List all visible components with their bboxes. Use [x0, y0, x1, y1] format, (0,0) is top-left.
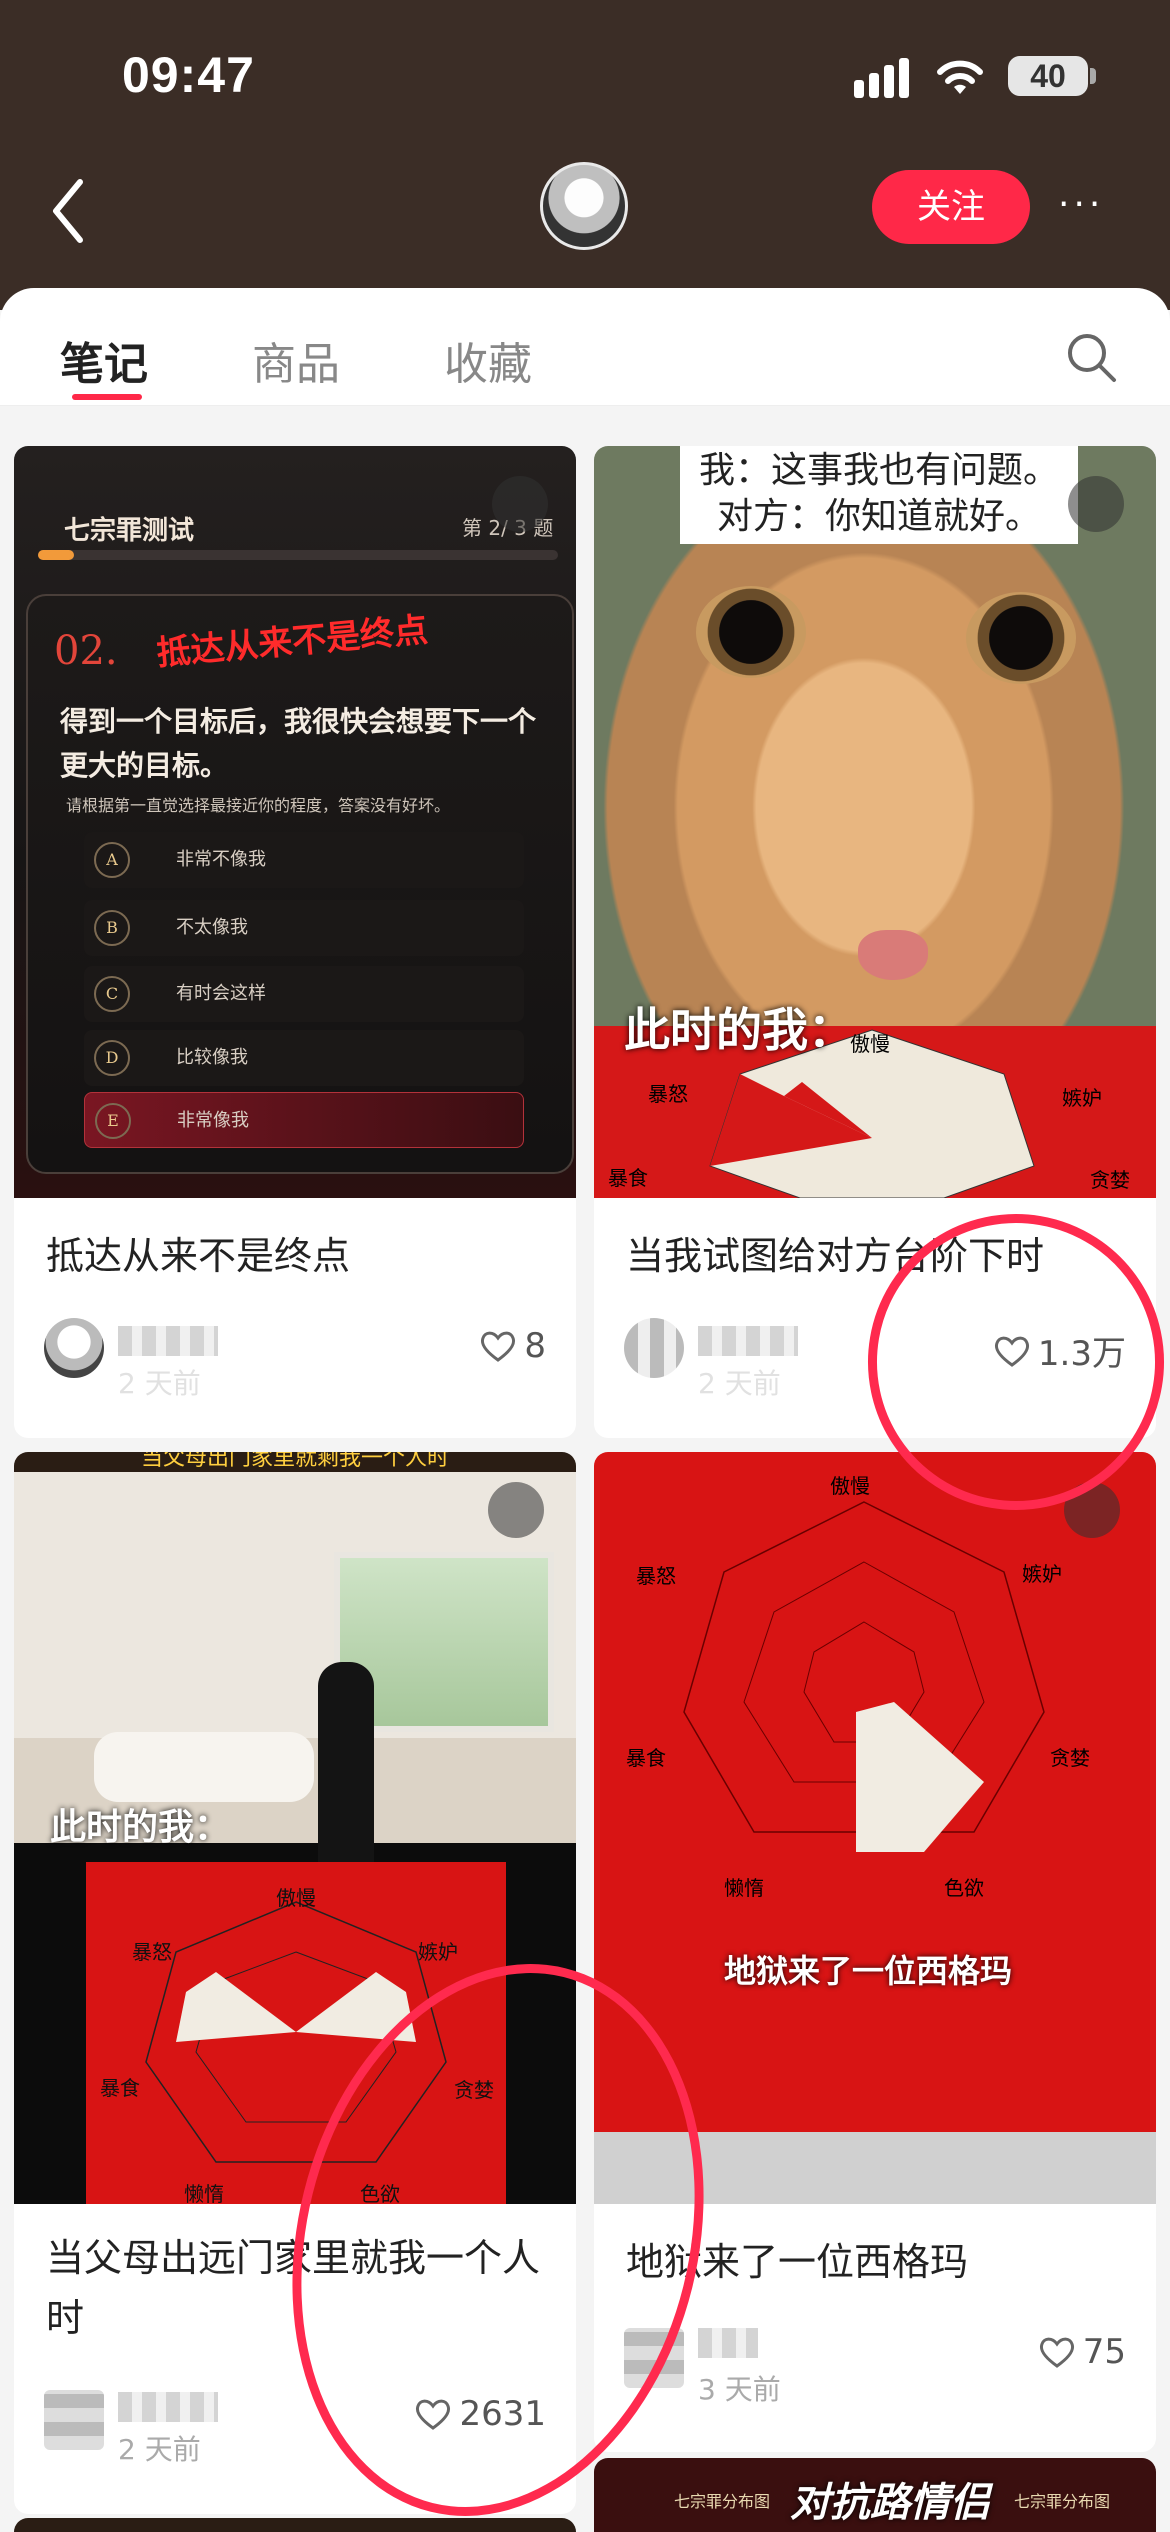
heart-icon: [481, 1331, 516, 1362]
author-avatar: [624, 1318, 684, 1378]
radar-label: 暴食: [626, 1746, 666, 1770]
quiz-option: B 不太像我: [84, 900, 524, 956]
meme-label: 此时的我：: [50, 1807, 231, 1848]
wifi-icon: [937, 60, 983, 94]
post-time: 2 天前: [118, 2433, 201, 2466]
partial-cover-image: 七宗罪分布图 对抗路情侣 七宗罪分布图: [594, 2458, 1156, 2532]
tab-bar: 笔记 商品 收藏: [0, 288, 1170, 406]
quiz-option: C 有时会这样: [84, 966, 524, 1022]
cover-banner: 当父母出门家里就剩我一个人时: [14, 1452, 576, 1472]
more-options-icon[interactable]: ···: [1058, 187, 1118, 223]
radar-label: 嫉妒: [1022, 1562, 1062, 1586]
battery-tip: [1090, 68, 1096, 84]
quiz-progress-bar: [38, 550, 558, 560]
cover-small-text: 七宗罪分布图: [674, 2492, 771, 2511]
author-name-blurred: [118, 1326, 218, 1356]
radar-label: 暴怒: [648, 1082, 688, 1106]
video-play-icon: [492, 476, 548, 532]
sofa: [94, 1732, 314, 1802]
quiz-option: D 比较像我: [84, 1030, 524, 1086]
profile-header: 09:47 40 关注 ···: [0, 0, 1170, 310]
question-number: 02.: [54, 628, 118, 674]
radar-label: 暴怒: [132, 1940, 172, 1964]
battery-indicator: 40: [1008, 56, 1088, 96]
radar-label: 暴食: [100, 2076, 140, 2100]
cat-eye-left: [696, 586, 806, 678]
like-count[interactable]: 8: [478, 1326, 546, 1366]
quiz-option-selected: E 非常像我: [84, 1092, 524, 1148]
person-figure: [318, 1662, 374, 1882]
note-title: 抵达从来不是终点: [46, 1234, 351, 1278]
status-time: 09:47: [122, 47, 255, 103]
tab-notes[interactable]: 笔记: [60, 328, 148, 392]
radar-label: 嫉妒: [418, 1940, 458, 1964]
cover-overlay-text: 对抗路情侣: [790, 2480, 990, 2526]
video-play-icon: [488, 1482, 544, 1538]
author-name-blurred: [698, 2328, 758, 2358]
meme-caption: 我：这事我也有问题。 对方：你知道就好。: [680, 446, 1078, 544]
post-time: 2 天前: [118, 1367, 201, 1400]
active-tab-indicator: [72, 394, 142, 400]
author-name-blurred: [698, 1326, 798, 1356]
radar-label: 暴怒: [636, 1564, 676, 1588]
note-card[interactable]: 七宗罪分布图 对抗路情侣 七宗罪分布图: [594, 2458, 1156, 2532]
heart-icon: [1039, 2337, 1074, 2368]
quiz-cover-image: 七宗罪测试 第 2/ 3 题 02. 抵达从来不是终点 得到一个目标后，我很快会…: [14, 446, 576, 1198]
radar-label: 懒惰: [724, 1876, 764, 1900]
like-count[interactable]: 75: [1037, 2332, 1126, 2372]
author-name-blurred: [118, 2392, 218, 2422]
author-avatar: [44, 2390, 104, 2450]
cat-meme-cover-image: 我：这事我也有问题。 对方：你知道就好。 傲慢 暴怒 嫉妒 暴食 贪婪 此时的我…: [594, 446, 1156, 1199]
quiz-header: 七宗罪测试: [64, 516, 195, 546]
cellular-signal-icon: [854, 58, 909, 98]
cat-nose: [858, 930, 928, 980]
tab-favorites[interactable]: 收藏: [444, 328, 532, 392]
radar-label: 傲慢: [276, 1886, 316, 1910]
back-arrow-icon[interactable]: [48, 176, 88, 246]
cover-overlay-text: 地狱来了一位西格玛: [724, 1952, 1013, 1990]
post-time: 3 天前: [698, 2373, 781, 2406]
note-card[interactable]: [14, 2518, 576, 2532]
note-card[interactable]: 七宗罪测试 第 2/ 3 题 02. 抵达从来不是终点 得到一个目标后，我很快会…: [14, 446, 576, 1438]
radar-label: 贪婪: [1090, 1168, 1130, 1192]
quiz-option: A 非常不像我: [84, 832, 524, 888]
radar-label: 暴食: [608, 1166, 648, 1190]
radar-label: 傲慢: [850, 1032, 890, 1056]
question-hint: 请根据第一直觉选择最接近你的程度，答案没有好坏。: [66, 796, 451, 815]
author-avatar: [44, 1318, 104, 1378]
radar-label: 贪婪: [1050, 1746, 1090, 1770]
radar-label: 嫉妒: [1062, 1086, 1102, 1110]
cover-small-text: 七宗罪分布图: [1014, 2492, 1111, 2511]
radar-label: 懒惰: [184, 2182, 224, 2206]
follow-button[interactable]: 关注: [872, 170, 1030, 244]
question-text: 得到一个目标后，我很快会想要下一个更大的目标。: [60, 705, 537, 782]
post-time: 2 天前: [698, 1367, 781, 1400]
radar-label: 色欲: [944, 1876, 984, 1900]
tab-products[interactable]: 商品: [252, 328, 340, 392]
radar-chart: [683, 1501, 1045, 1852]
meme-label: 此时的我：: [624, 1003, 854, 1057]
cat-eye-right: [966, 592, 1076, 684]
radar-label: 傲慢: [830, 1474, 870, 1498]
profile-avatar[interactable]: [540, 162, 628, 250]
video-play-icon: [1068, 476, 1124, 532]
search-icon[interactable]: [1064, 330, 1118, 384]
